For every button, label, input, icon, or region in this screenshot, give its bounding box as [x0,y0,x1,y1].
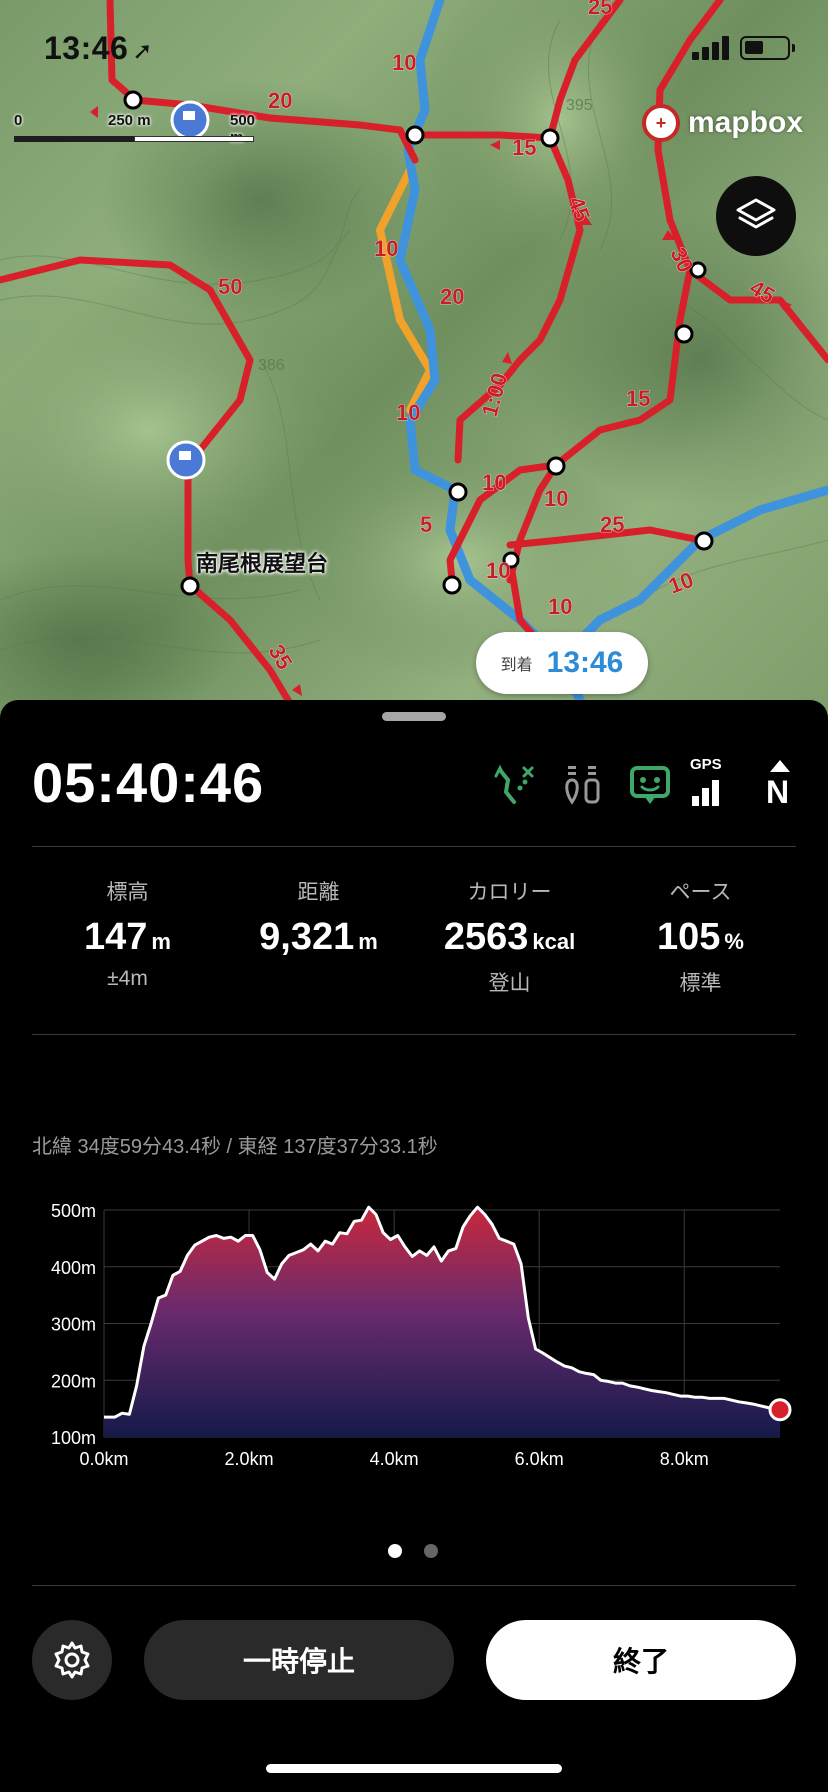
elevation-mark: 395 [566,97,593,114]
trail-time-label: 10 [486,558,510,583]
trail-time-label: 15 [626,386,650,411]
x-tick-label: 8.0km [660,1449,709,1469]
current-position-marker [768,1398,792,1422]
page-dot[interactable] [424,1544,438,1558]
trail-markers-icon[interactable] [560,762,604,806]
scale-label: 0 [14,112,23,129]
trail-time-label: 10 [396,400,420,425]
coordinates: 北緯 34度59分43.4秒 / 東経 137度37分33.1秒 [32,1136,438,1158]
trail-time-label: 10 [374,236,398,261]
x-tick-label: 2.0km [225,1449,274,1469]
status-icons: GPS N [492,756,802,810]
stat-calories: カロリー 2563 kcal 登山 [443,881,576,995]
trail-map[interactable]: 25 10 20 15 45 30 45 50 10 20 1:00 15 10… [0,0,828,720]
trail-time-label: 20 [268,88,292,113]
scale-label: 250 m [108,112,151,129]
activity-panel: 05:40:46 GPS N 標高 147 m ±4m 距離 9,321 m カ… [0,700,828,1792]
map-sync-icon[interactable] [628,762,672,806]
trail-time-label: 5 [420,512,432,537]
place-label: 南尾根展望台 [196,551,329,576]
gear-icon [54,1641,90,1679]
mapbox-icon: + [642,104,680,142]
page-indicator[interactable] [388,1544,440,1558]
x-tick-label: 6.0km [515,1449,564,1469]
arrival-label: 到着 [500,657,533,674]
y-tick-label: 200m [51,1371,96,1391]
trail-time-label: 10 [548,594,572,619]
home-indicator[interactable] [266,1764,562,1773]
arrival-badge[interactable]: 到着 13:46 [476,632,648,694]
trail-time-label: 1:00 [477,370,513,419]
trail-time-label: 20 [440,284,464,309]
map-scale-bar: 0 250 m 500 m [14,112,255,146]
trail-time-label: 25 [600,512,624,537]
map-layers-button[interactable] [716,176,796,256]
trail-time-label: 25 [588,0,612,19]
trail-time-label: 15 [512,135,536,160]
cellular-signal-icon [692,36,730,60]
y-tick-label: 500m [51,1201,96,1221]
north-up-icon[interactable]: N [758,760,802,810]
trail-time-label: 10 [482,470,506,495]
layers-icon [736,198,776,229]
end-button[interactable]: 終了 [486,1620,796,1700]
elevation-area [104,1207,780,1437]
x-tick-label: 0.0km [79,1449,128,1469]
drag-handle[interactable] [382,712,446,721]
x-tick-label: 4.0km [370,1449,419,1469]
elevation-chart[interactable]: 500m 400m 300m 200m 100m0.0km 2.0km 4.0km 6.0km… [0,1180,828,1520]
stat-pace: ペース 105% 標準 [657,881,744,995]
divider [32,1585,796,1586]
page-dot-active[interactable] [388,1544,402,1558]
stats-row: 標高 147 m ±4m 距離 9,321 m カロリー 2563 kcal 登山 ペ… [32,876,796,1006]
gps-signal-icon[interactable]: GPS [690,756,738,806]
stat-distance: 距離 9,321 m [259,881,378,958]
route-icon[interactable] [492,762,536,806]
battery-icon [740,36,795,60]
pause-button[interactable]: 一時停止 [144,1620,454,1700]
mapbox-logo: + mapbox [642,104,803,142]
elevation-mark: 386 [258,357,285,374]
stat-elevation: 標高 147 m ±4m [84,881,171,990]
trail-time-label: 10 [392,50,416,75]
arrival-time: 13:46 [546,646,624,679]
trail-time-label: 50 [218,274,242,299]
elapsed-time: 05:40:46 [32,751,265,814]
y-tick-label: 100m [51,1428,96,1448]
y-tick-label: 400m [51,1258,96,1278]
divider [32,1034,796,1035]
settings-button[interactable] [32,1620,112,1700]
y-tick-label: 300m [51,1315,96,1335]
divider [32,846,796,847]
trail-time-label: 10 [544,486,568,511]
status-time: 13:46 ➚ [44,30,153,66]
